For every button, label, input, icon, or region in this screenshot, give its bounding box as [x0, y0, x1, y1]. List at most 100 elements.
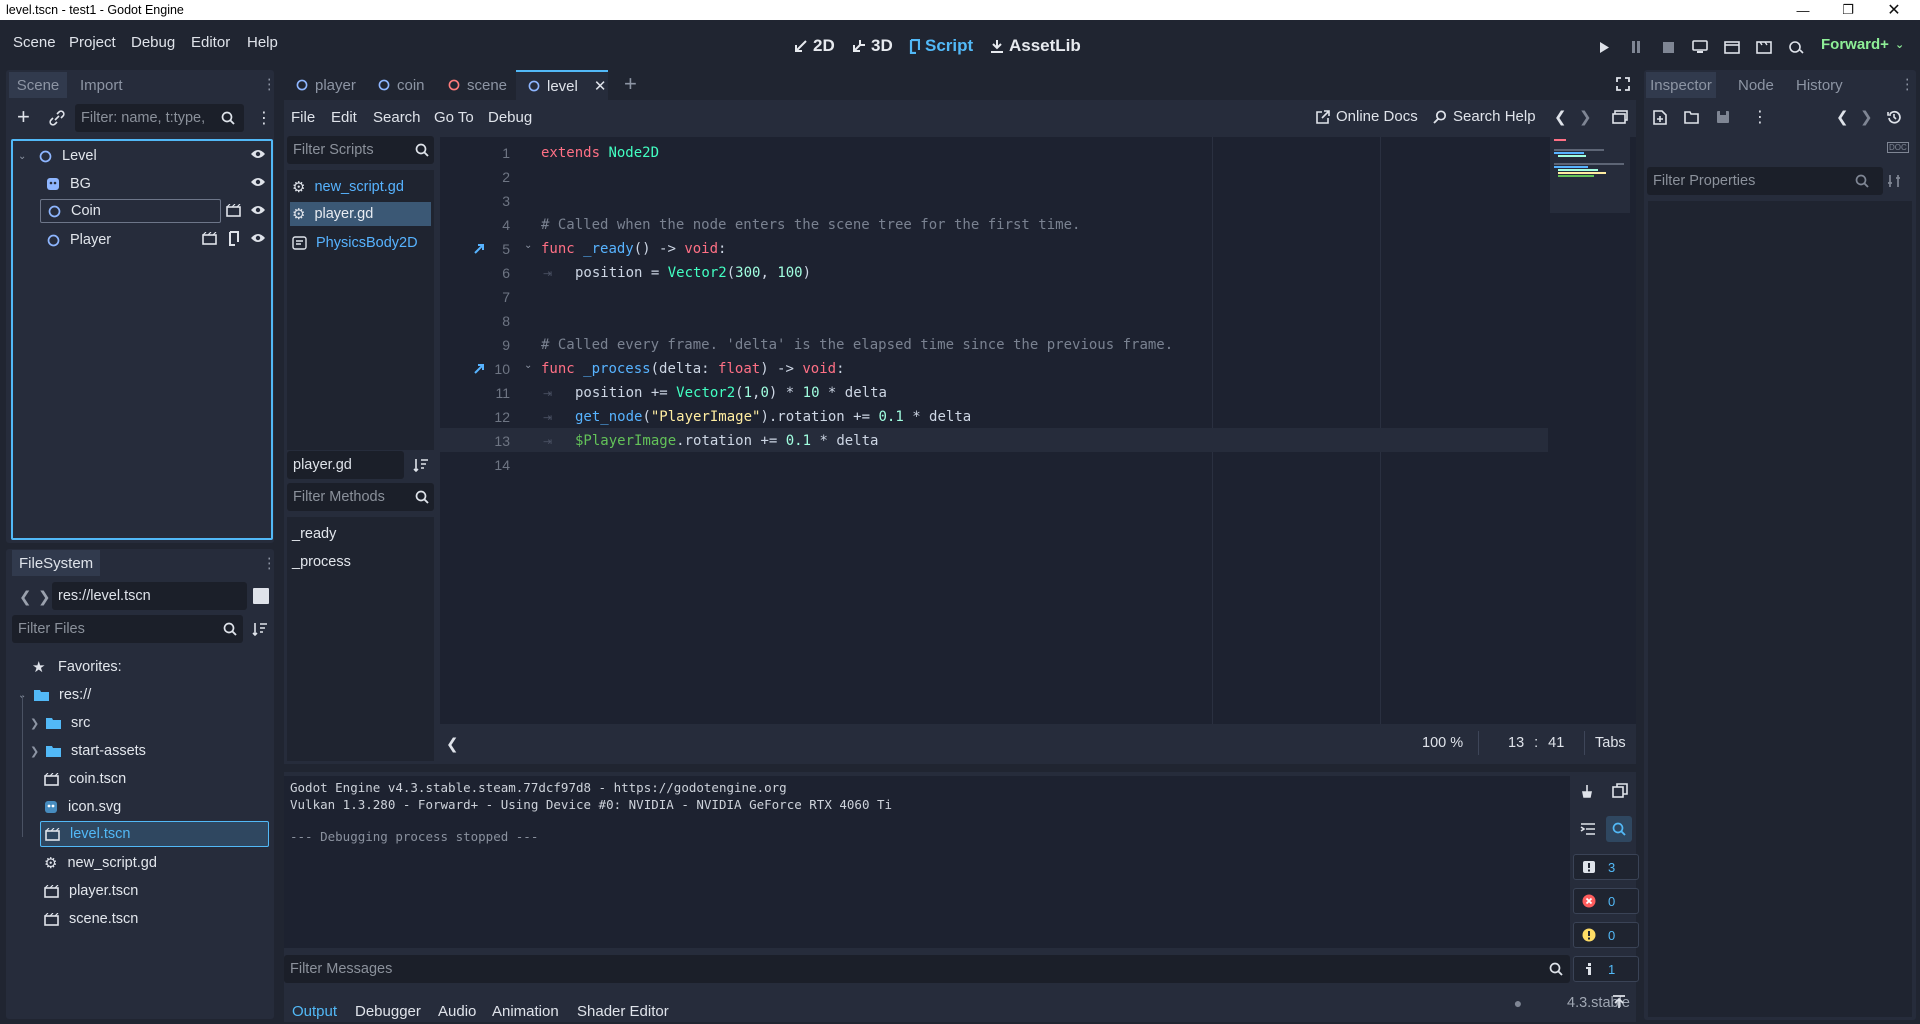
fold-arrow-icon[interactable]: ⌄ [524, 240, 532, 251]
close-tab-icon[interactable]: ✕ [594, 77, 607, 95]
favorites-item[interactable]: ★ Favorites: [32, 655, 122, 679]
back-icon[interactable]: ❮ [19, 588, 32, 606]
script-menu-search[interactable]: Search [373, 109, 421, 126]
play-scene-icon[interactable] [1721, 37, 1743, 57]
new-resource-icon[interactable] [1653, 110, 1667, 125]
script-item-new-script[interactable]: ⚙ new_script.gd [292, 175, 404, 199]
scene-tab-scene[interactable]: scene [448, 72, 507, 98]
history-forward-icon[interactable]: ❯ [1860, 108, 1873, 126]
stop-icon[interactable] [1657, 37, 1679, 57]
add-node-icon[interactable]: + [17, 106, 30, 128]
close-window-icon[interactable]: ✕ [1886, 2, 1902, 19]
zoom-level[interactable]: 100 % [1422, 735, 1463, 751]
folder-start-assets[interactable]: ❯ start-assets [30, 739, 146, 763]
bottom-tab-output[interactable]: Output [292, 1003, 337, 1020]
file-coin-tscn[interactable]: coin.tscn [44, 767, 126, 791]
method-process[interactable]: _process [292, 550, 351, 574]
tree-node-bg[interactable]: BG [44, 172, 91, 196]
script-menu-file[interactable]: File [291, 109, 315, 126]
history-forward-icon[interactable]: ❯ [1579, 108, 1592, 126]
copy-icon[interactable] [1612, 783, 1628, 799]
visibility-icon[interactable] [250, 232, 266, 244]
script-menu-edit[interactable]: Edit [331, 109, 357, 126]
filter-search-toggle[interactable] [1606, 816, 1632, 842]
indentation-mode[interactable]: Tabs [1595, 735, 1626, 751]
link-icon[interactable] [49, 110, 65, 126]
open-scene-icon[interactable] [226, 204, 241, 217]
workspace-assetlib-button[interactable]: AssetLib [990, 36, 1081, 56]
menu-project[interactable]: Project [69, 34, 116, 51]
editor-message-count-toggle[interactable]: 1 [1573, 956, 1639, 982]
visibility-icon[interactable] [250, 176, 266, 188]
toggle-scripts-panel-icon[interactable] [1612, 110, 1628, 124]
bottom-tab-debugger[interactable]: Debugger [355, 1003, 421, 1020]
minimize-icon[interactable]: — [1795, 2, 1811, 18]
file-scene-tscn[interactable]: scene.tscn [44, 907, 138, 931]
script-item-player[interactable]: ⚙ player.gd [290, 202, 431, 226]
filter-messages-input[interactable]: Filter Messages [284, 955, 1570, 983]
filter-methods-input[interactable]: Filter Methods [287, 483, 434, 511]
clear-output-icon[interactable] [1580, 784, 1594, 798]
menu-editor[interactable]: Editor [191, 34, 230, 51]
fold-arrow-icon[interactable]: ⌄ [524, 360, 532, 371]
message-count-toggle[interactable]: 3 [1573, 854, 1639, 880]
open-scene-icon[interactable] [202, 232, 217, 245]
forward-icon[interactable]: ❯ [38, 588, 51, 606]
tree-node-coin[interactable]: Coin [40, 199, 221, 223]
error-count-toggle[interactable]: 0 [1573, 888, 1639, 914]
filter-files-input[interactable]: Filter Files [12, 615, 243, 643]
script-menu-debug[interactable]: Debug [488, 109, 532, 126]
tab-inspector[interactable]: Inspector [1646, 72, 1716, 98]
tree-node-player[interactable]: Player [44, 228, 111, 252]
file-player-tscn[interactable]: player.tscn [44, 879, 138, 903]
renderer-selector[interactable]: Forward+ ⌄ [1821, 36, 1904, 53]
menu-debug[interactable]: Debug [131, 34, 175, 51]
tab-node[interactable]: Node [1738, 72, 1774, 98]
folder-src[interactable]: ❯ src [30, 711, 90, 735]
distraction-free-icon[interactable] [1616, 77, 1630, 91]
file-icon-svg[interactable]: icon.svg [44, 795, 121, 819]
online-docs-button[interactable]: Online Docs [1316, 108, 1418, 125]
property-settings-icon[interactable] [1887, 174, 1901, 188]
workspace-script-button[interactable]: Script [908, 36, 973, 56]
visibility-icon[interactable] [250, 148, 266, 160]
script-item-physicsbody2d[interactable]: PhysicsBody2D [292, 231, 418, 255]
expand-bottom-panel-icon[interactable] [1612, 995, 1626, 1009]
history-back-icon[interactable]: ❮ [1836, 108, 1849, 126]
file-new-script-gd[interactable]: ⚙ new_script.gd [44, 851, 157, 875]
add-tab-icon[interactable]: + [624, 72, 637, 96]
remote-debug-icon[interactable] [1689, 37, 1711, 57]
search-help-button[interactable]: Search Help [1433, 108, 1536, 125]
bottom-tab-audio[interactable]: Audio [438, 1003, 476, 1020]
pause-icon[interactable] [1625, 37, 1647, 57]
res-root-folder[interactable]: ⌄ res:// [18, 683, 91, 707]
menu-help[interactable]: Help [247, 34, 278, 51]
open-folder-icon[interactable] [1684, 111, 1700, 124]
filter-scripts-input[interactable]: Filter Scripts [287, 136, 434, 164]
tab-history[interactable]: History [1796, 72, 1843, 98]
toggle-methods-icon[interactable]: ❮ [446, 735, 459, 753]
script-menu-goto[interactable]: Go To [434, 109, 474, 126]
scene-tab-level[interactable]: level ✕ [516, 70, 608, 100]
split-mode-icon[interactable] [253, 588, 269, 604]
movie-maker-icon[interactable] [1785, 37, 1807, 57]
bottom-tab-animation[interactable]: Animation [492, 1003, 559, 1020]
scene-options-icon[interactable]: ⋮ [256, 108, 272, 128]
history-back-icon[interactable]: ❮ [1554, 108, 1567, 126]
scene-tab-player[interactable]: player [296, 72, 356, 98]
tree-node-level[interactable]: ⌄ Level [18, 144, 97, 168]
tab-scene[interactable]: Scene [9, 72, 67, 98]
filesystem-path-field[interactable]: res://level.tscn [52, 582, 247, 610]
visibility-icon[interactable] [250, 204, 266, 216]
sort-icon[interactable] [252, 621, 268, 637]
object-history-icon[interactable] [1887, 110, 1901, 124]
collapse-icon[interactable] [1580, 822, 1596, 836]
doc-icon[interactable]: DOC [1887, 142, 1909, 153]
save-icon[interactable] [1716, 110, 1730, 124]
play-icon[interactable] [1593, 37, 1615, 57]
bottom-tab-shader-editor[interactable]: Shader Editor [577, 1003, 669, 1020]
workspace-2d-button[interactable]: 2D [794, 36, 835, 56]
restore-icon[interactable]: ❐ [1840, 2, 1856, 18]
tab-import[interactable]: Import [80, 72, 123, 98]
dock-options-icon[interactable]: ⋮ [262, 556, 277, 572]
